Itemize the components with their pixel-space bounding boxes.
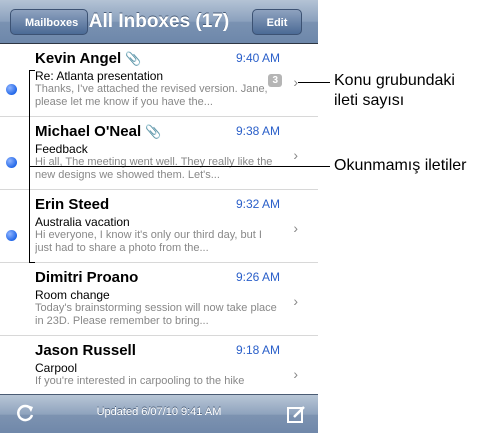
thread-count-badge: 3 xyxy=(268,74,282,87)
message-row[interactable]: Dimitri Proano 9:26 AM Room change Today… xyxy=(0,263,318,336)
chevron-right-icon: › xyxy=(293,366,298,382)
message-time: 9:38 AM xyxy=(235,124,280,138)
message-time: 9:18 AM xyxy=(235,343,280,357)
navigation-bar: Mailboxes All Inboxes (17) Edit xyxy=(0,0,318,44)
chevron-right-icon: › xyxy=(293,220,298,236)
message-list: Kevin Angel 📎 9:40 AM Re: Atlanta present… xyxy=(0,44,318,409)
attachment-icon: 📎 xyxy=(125,51,142,66)
updated-status: Updated 6/07/10 9:41 AM xyxy=(96,406,222,418)
callout-line-unread xyxy=(29,166,330,167)
sender-name: Dimitri Proano xyxy=(35,269,139,286)
unread-indicator-icon xyxy=(6,157,17,168)
sender-name: Kevin Angel 📎 xyxy=(35,50,142,67)
message-subject: Feedback xyxy=(35,142,88,156)
message-row[interactable]: Erin Steed 9:32 AM Australia vacation Hi… xyxy=(0,190,318,263)
sender-name: Jason Russell xyxy=(35,342,136,359)
compose-icon[interactable] xyxy=(286,404,306,424)
message-row[interactable]: Michael O'Neal 📎 9:38 AM Feedback Hi all,… xyxy=(0,117,318,190)
sender-name: Erin Steed xyxy=(35,196,110,213)
message-subject: Re: Atlanta presentation xyxy=(35,69,164,83)
bottom-toolbar: Updated 6/07/10 9:41 AM xyxy=(0,394,318,433)
message-time: 9:40 AM xyxy=(235,51,280,65)
callout-unread: Okunmamış iletiler xyxy=(334,157,467,174)
message-preview: Today's brainstorming session will now t… xyxy=(35,302,277,327)
unread-indicator-icon xyxy=(6,84,17,95)
message-subject: Australia vacation xyxy=(35,215,130,229)
callout-bracket-bottom xyxy=(29,262,35,263)
message-subject: Room change xyxy=(35,288,110,302)
callout-bracket-top xyxy=(29,70,35,71)
mail-app-screen: Mailboxes All Inboxes (17) Edit Kevin An… xyxy=(0,0,318,433)
callout-thread-count: Konu grubundaki ileti sayısı xyxy=(334,72,455,109)
chevron-right-icon: › xyxy=(293,293,298,309)
chevron-right-icon: › xyxy=(293,147,298,163)
unread-indicator-icon xyxy=(6,230,17,241)
message-preview: Hi everyone, I know it's only our third … xyxy=(35,229,262,254)
message-preview: Thanks, I've attached the revised versio… xyxy=(35,83,268,108)
message-time: 9:32 AM xyxy=(235,197,280,211)
message-subject: Carpool xyxy=(35,361,78,375)
attachment-icon: 📎 xyxy=(145,124,162,139)
callout-line-thread xyxy=(298,82,330,83)
edit-button[interactable]: Edit xyxy=(252,9,302,35)
message-row[interactable]: Kevin Angel 📎 9:40 AM Re: Atlanta present… xyxy=(0,44,318,117)
message-time: 9:26 AM xyxy=(235,270,280,284)
message-preview: Hi all, The meeting went well. They real… xyxy=(35,156,273,181)
sender-name: Michael O'Neal 📎 xyxy=(35,123,162,140)
